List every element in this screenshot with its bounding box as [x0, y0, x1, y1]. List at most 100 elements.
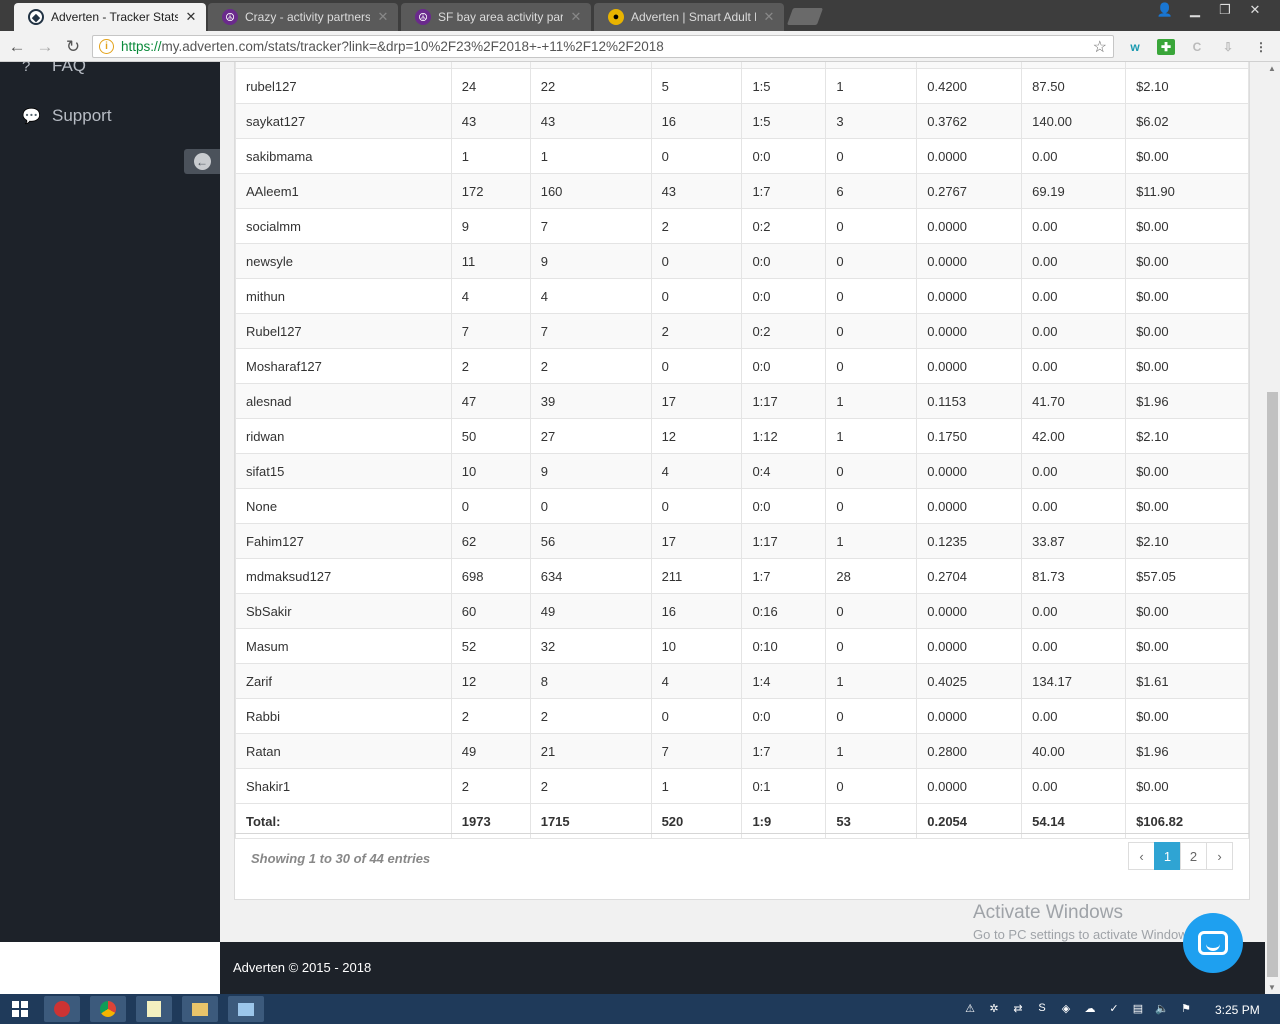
watermark-title: Activate Windows	[973, 902, 1123, 923]
table-cell: 27	[529, 418, 652, 454]
taskbar-window-app[interactable]	[228, 996, 264, 1022]
table-cell: 49	[529, 593, 652, 629]
user-profile-icon[interactable]: 👤	[1150, 0, 1180, 20]
tab-adverten-smart-adult[interactable]: ● Adverten | Smart Adult D ✕	[594, 3, 784, 31]
table-cell: 0.4200	[916, 68, 1023, 104]
windows-taskbar: ⚠ ✲ ⇄ S ◈ ☁ ✓ ▤ 🔈 ⚑ 3:25 PM	[0, 994, 1280, 1024]
table-cell: 60	[450, 593, 531, 629]
pagination: ‹ 1 2 ›	[1128, 842, 1233, 870]
table-cell: 211	[650, 558, 743, 594]
extension-icon[interactable]: w	[1126, 39, 1144, 55]
table-cell: 0.00	[1021, 593, 1127, 629]
table-cell: 0.4025	[916, 663, 1023, 699]
table-cell: 0.00	[1021, 628, 1127, 664]
close-window-icon[interactable]: ✕	[1240, 0, 1270, 20]
tab-title: SF bay area activity partn	[438, 10, 563, 24]
table-cell: 0	[650, 698, 743, 734]
sidebar-item-faq[interactable]: ? FAQ	[22, 62, 86, 76]
evernote-extension-icon[interactable]: ✚	[1157, 39, 1175, 55]
table-row: ridwan 50 27 12 1:12 1 0.1750 42.00 $2.10	[235, 418, 1249, 454]
table-cell: 43	[450, 103, 531, 139]
browser-tab-bar: ◆ Adverten - Tracker Stats ✕ ☮ Crazy - a…	[0, 0, 1280, 31]
tray-flag-icon[interactable]: ⚑	[1178, 1000, 1194, 1016]
menu-icon[interactable]: ⋮	[1252, 39, 1270, 55]
tray-teamviewer-icon[interactable]: ⇄	[1010, 1000, 1026, 1016]
scroll-up-icon[interactable]: ▲	[1268, 64, 1276, 73]
pagination-prev-button[interactable]: ‹	[1128, 842, 1155, 870]
collapse-sidebar-button[interactable]: ←	[184, 149, 220, 174]
table-cell: 7	[529, 313, 652, 349]
scroll-down-icon[interactable]: ▼	[1268, 983, 1276, 992]
close-tab-icon[interactable]: ✕	[184, 9, 198, 25]
table-cell: 0.00	[1021, 138, 1127, 174]
tab-title: Crazy - activity partners	[245, 10, 370, 24]
tray-volume-icon[interactable]: 🔈	[1154, 1000, 1170, 1016]
taskbar-explorer-app[interactable]	[182, 996, 218, 1022]
table-cell-name: newsyle	[235, 243, 452, 279]
table-cell: 0.0000	[916, 453, 1023, 489]
address-bar[interactable]: i https://my.adverten.com/stats/tracker?…	[92, 35, 1114, 58]
taskbar-chrome-app[interactable]	[90, 996, 126, 1022]
info-icon[interactable]: i	[99, 39, 114, 54]
table-cell: 3	[825, 103, 918, 139]
restore-icon[interactable]: ❐	[1210, 0, 1240, 20]
tray-cloud-icon[interactable]: ☁	[1082, 1000, 1098, 1016]
windows-start-button[interactable]	[0, 994, 40, 1024]
bookmark-star-icon[interactable]: ☆	[1093, 37, 1107, 57]
table-cell: 8	[529, 663, 652, 699]
table-cell: 4	[529, 278, 652, 314]
tray-app-icon[interactable]: ✲	[986, 1000, 1002, 1016]
back-icon[interactable]: ←	[6, 36, 28, 58]
warning-icon[interactable]: ⚠	[962, 1000, 978, 1016]
pagination-page-2[interactable]: 2	[1180, 842, 1207, 870]
taskbar-clock[interactable]: 3:25 PM	[1215, 1003, 1260, 1017]
page-footer: Adverten © 2015 - 2018	[220, 942, 1265, 994]
table-cell: 1:7	[741, 558, 827, 594]
new-tab-button[interactable]	[786, 8, 824, 25]
tray-network-icon[interactable]: ▤	[1130, 1000, 1146, 1016]
forward-icon[interactable]: →	[34, 36, 56, 58]
browser-toolbar: ← → ↻ i https://my.adverten.com/stats/tr…	[0, 31, 1280, 62]
table-cell: 1	[825, 733, 918, 769]
page-scrollbar[interactable]: ▲ ▼	[1265, 62, 1280, 994]
table-row: Masum 52 32 10 0:10 0 0.0000 0.00 $0.00	[235, 628, 1249, 664]
minimize-icon[interactable]: ▁	[1180, 0, 1210, 20]
sidebar-item-support[interactable]: 💬 Support	[22, 106, 112, 126]
tab-sf-bay-area[interactable]: ☮ SF bay area activity partn ✕	[401, 3, 591, 31]
close-tab-icon[interactable]: ✕	[762, 9, 776, 25]
live-chat-button[interactable]	[1183, 913, 1243, 973]
table-cell: 9	[529, 453, 652, 489]
close-tab-icon[interactable]: ✕	[376, 9, 390, 25]
scrollbar-thumb[interactable]	[1267, 392, 1278, 977]
reload-icon[interactable]: ↻	[62, 36, 84, 58]
close-tab-icon[interactable]: ✕	[569, 9, 583, 25]
pagination-page-1[interactable]: 1	[1154, 842, 1181, 870]
table-cell: 0	[650, 488, 743, 524]
table-row: Zarif 12 8 4 1:4 1 0.4025 134.17 $1.61	[235, 663, 1249, 699]
taskbar-media-app[interactable]	[44, 996, 80, 1022]
table-cell: $0.00	[1125, 628, 1249, 664]
table-cell: 0.0000	[916, 348, 1023, 384]
tray-antivirus-icon[interactable]: ◈	[1058, 1000, 1074, 1016]
table-cell: 7	[650, 733, 743, 769]
table-row: newsyle 11 9 0 0:0 0 0.0000 0.00 $0.00	[235, 243, 1249, 279]
pagination-next-button[interactable]: ›	[1206, 842, 1233, 870]
table-cell-name: sifat15	[235, 453, 452, 489]
extension-c-icon[interactable]: C	[1188, 39, 1206, 55]
tray-security-icon[interactable]: ✓	[1106, 1000, 1122, 1016]
table-cell: 0.0000	[916, 593, 1023, 629]
taskbar-notepad-app[interactable]	[136, 996, 172, 1022]
tray-skype-icon[interactable]: S	[1034, 1000, 1050, 1016]
page-viewport: ? FAQ 💬 Support ← nawangazipuntrubel1272…	[0, 62, 1280, 994]
table-cell: 0.0000	[916, 138, 1023, 174]
table-cell: 11	[450, 243, 531, 279]
table-cell: 5	[650, 68, 743, 104]
table-cell: 16	[650, 593, 743, 629]
tab-crazy-activity-partners[interactable]: ☮ Crazy - activity partners ✕	[208, 3, 398, 31]
table-cell: 0:0	[741, 698, 827, 734]
table-row: Rubel127 7 7 2 0:2 0 0.0000 0.00 $0.00	[235, 313, 1249, 349]
tab-adverten-tracker-stats[interactable]: ◆ Adverten - Tracker Stats ✕	[14, 3, 206, 31]
table-cell: $0.00	[1125, 313, 1249, 349]
download-extension-icon[interactable]: ⇩	[1219, 39, 1237, 55]
table-cell: 0.00	[1021, 453, 1127, 489]
